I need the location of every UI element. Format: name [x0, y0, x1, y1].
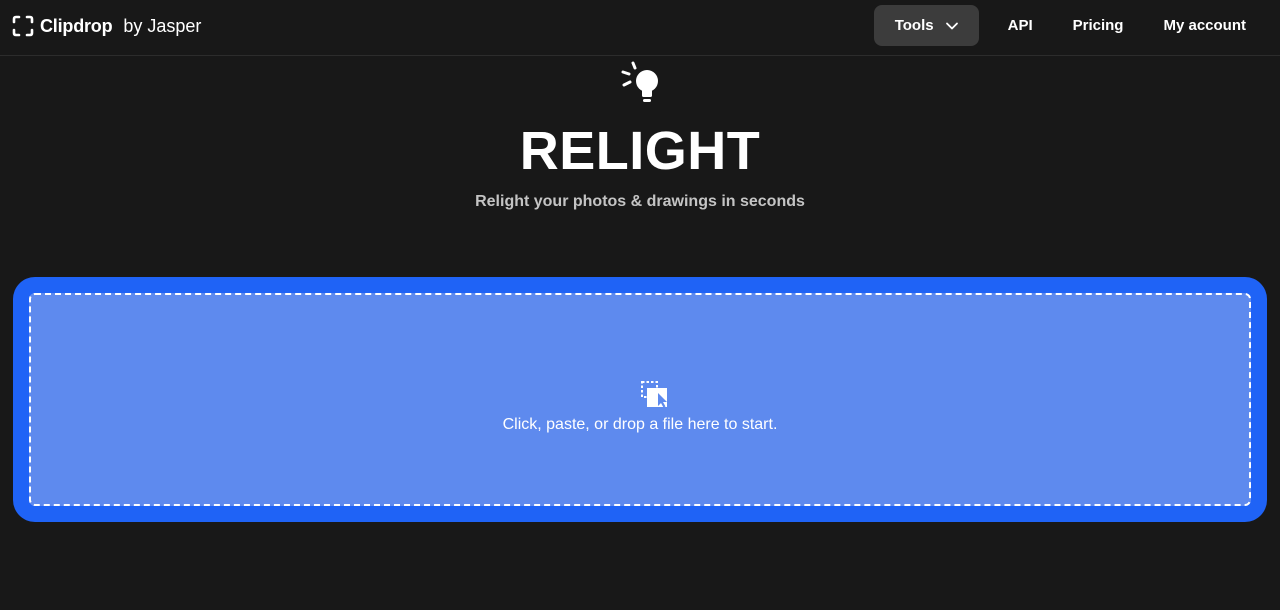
- chevron-down-icon: [945, 22, 958, 29]
- nav-api-label: API: [1007, 17, 1033, 34]
- nav-pricing-label: Pricing: [1072, 17, 1124, 34]
- dropzone-dashed-area[interactable]: Click, paste, or drop a file here to sta…: [29, 293, 1251, 506]
- top-navigation-bar: Clipdrop by Jasper Tools API Pricing My …: [0, 0, 1280, 56]
- lightbulb-icon: [621, 61, 658, 102]
- main-nav: Tools API Pricing My account: [873, 5, 1266, 46]
- dropzone-instruction: Click, paste, or drop a file here to sta…: [502, 416, 778, 433]
- nav-pricing-link[interactable]: Pricing: [1053, 5, 1144, 46]
- brand-name: Clipdrop: [40, 15, 113, 36]
- upload-drop-icon: [641, 381, 667, 408]
- nav-my-account-link[interactable]: My account: [1143, 5, 1266, 46]
- nav-my-account-label: My account: [1163, 17, 1246, 34]
- nav-tools-label: Tools: [894, 17, 934, 34]
- nav-api-link[interactable]: API: [988, 5, 1053, 46]
- page-subtitle: Relight your photos & drawings in second…: [475, 193, 805, 210]
- clipdrop-logo-icon: [12, 15, 34, 37]
- file-dropzone[interactable]: Click, paste, or drop a file here to sta…: [13, 277, 1267, 522]
- brand-home-link[interactable]: Clipdrop by Jasper: [12, 14, 201, 38]
- brand-suffix: by Jasper: [123, 15, 202, 36]
- page-title: RELIGHT: [519, 121, 761, 181]
- nav-tools-dropdown[interactable]: Tools: [873, 5, 979, 46]
